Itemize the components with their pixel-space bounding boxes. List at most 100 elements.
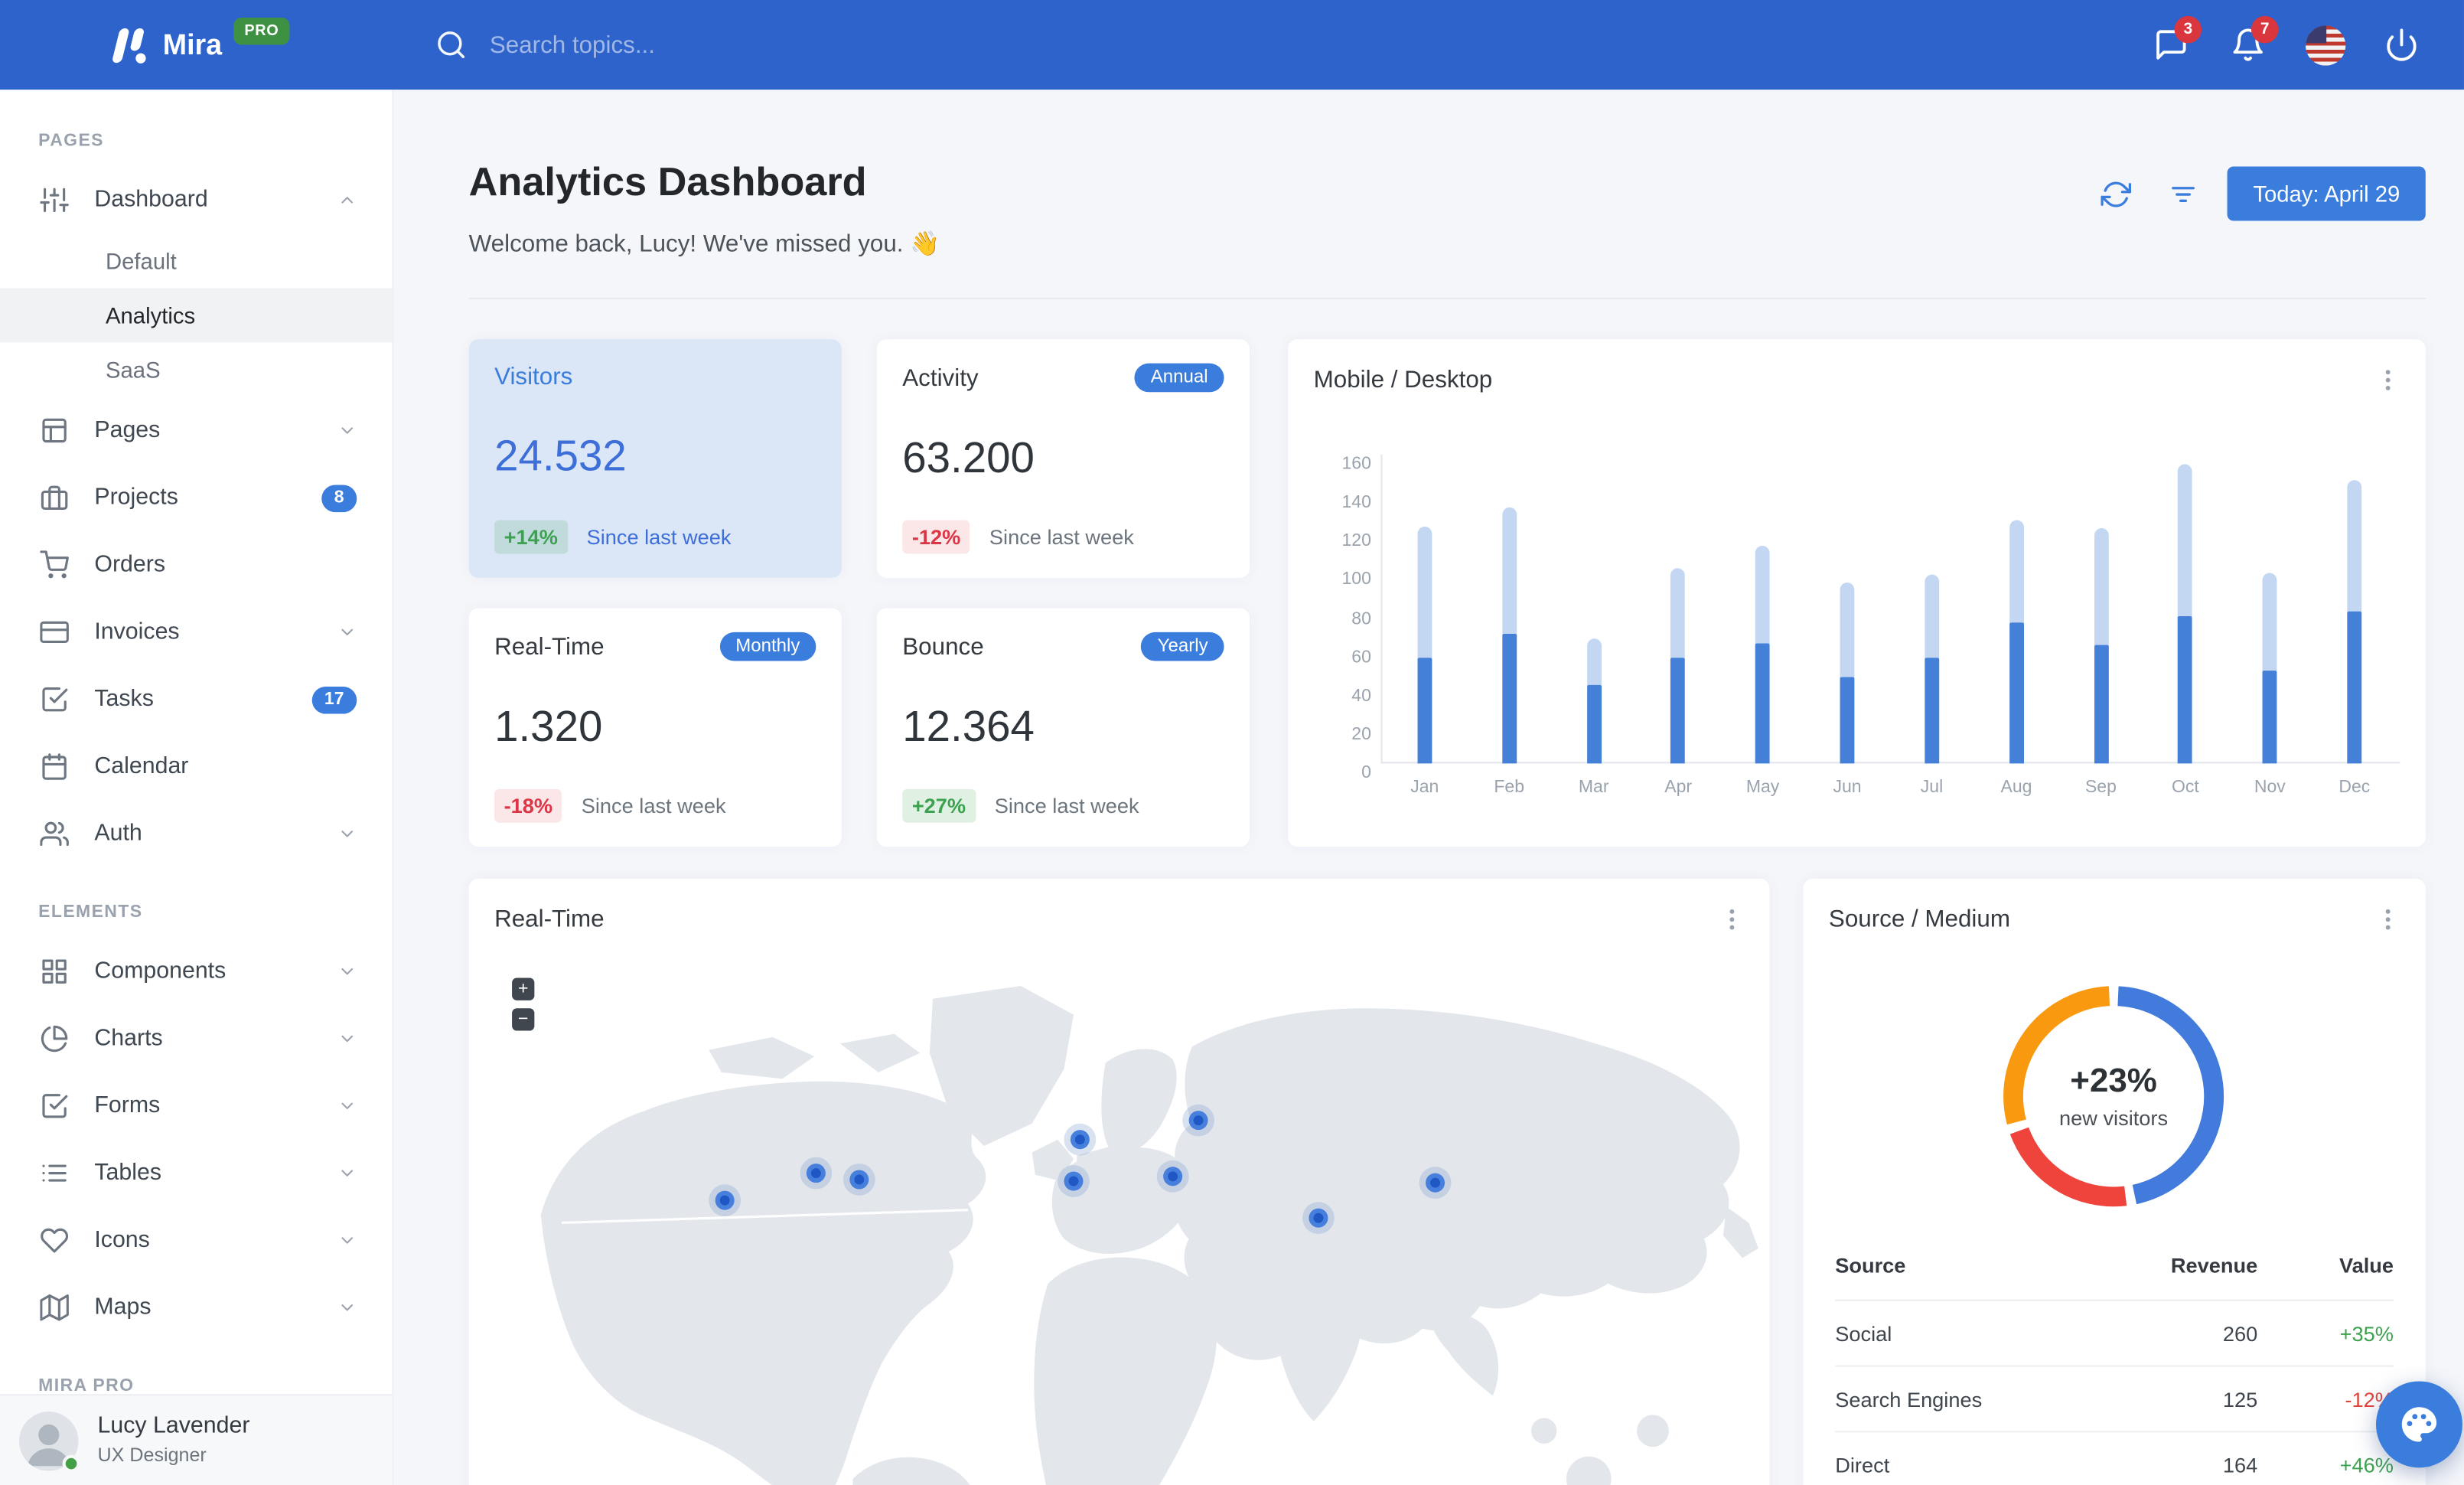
stacked-bar-jul[interactable] (1925, 574, 1939, 764)
map-marker-3[interactable] (849, 1170, 869, 1190)
x-axis-labels: Jan Feb Mar Apr May Jun Jul Aug Sep Oct Nov Dec (1383, 778, 2397, 797)
stat-card-visitors: Visitors 24.532 +14% Since last week (468, 339, 842, 578)
map-marker-6[interactable] (1162, 1167, 1182, 1186)
palette-icon (2401, 1407, 2437, 1442)
table-header-row: Source Revenue Value (1835, 1253, 2394, 1278)
brand[interactable]: Mira PRO (0, 17, 393, 69)
y-tick-label: 60 (1351, 648, 1371, 667)
sliders-icon (40, 188, 69, 213)
list-icon (42, 1164, 67, 1182)
stacked-bar-feb[interactable] (1501, 506, 1517, 764)
chevron-down-icon (341, 1035, 354, 1043)
map-icon (40, 1294, 69, 1321)
sidebar-item-dashboard[interactable]: Dashboard (0, 166, 392, 233)
bar-group-jan (1383, 455, 1467, 764)
stacked-bar-may[interactable] (1755, 545, 1770, 764)
world-map-graphic (540, 985, 1758, 1485)
world-map (469, 951, 1770, 1485)
bar-group-mar (1551, 455, 1635, 764)
source-medium-table: Source Revenue Value Social 260 +35% Sea… (1835, 1244, 2394, 1485)
sidebar-badge: 17 (311, 685, 357, 713)
bar-series (1383, 455, 2397, 764)
kebab-icon (2384, 369, 2390, 390)
bar-group-jun (1805, 455, 1889, 764)
map-marker-4[interactable] (1071, 1129, 1090, 1149)
filter-icon (2171, 186, 2195, 201)
sidebar-item-icons[interactable]: Icons (0, 1207, 392, 1274)
x-tick-label: Jan (1410, 778, 1439, 798)
stacked-bar-oct[interactable] (2178, 464, 2193, 764)
map-zoom-out-button[interactable]: − (512, 1008, 535, 1031)
layout-icon (42, 418, 67, 443)
map-marker-7[interactable] (1188, 1110, 1208, 1130)
map-marker-8[interactable] (1309, 1209, 1328, 1229)
date-range-button[interactable]: Today: April 29 (2227, 166, 2426, 221)
y-tick-label: 120 (1341, 531, 1371, 551)
map-marker-9[interactable] (1426, 1173, 1445, 1193)
theme-settings-button[interactable] (2375, 1381, 2462, 1468)
stat-value: 63.200 (902, 433, 1035, 482)
sidebar-item-tables[interactable]: Tables (0, 1140, 392, 1207)
power-icon[interactable] (2371, 15, 2432, 75)
sidebar-item-maps[interactable]: Maps (0, 1274, 392, 1341)
desktop-segment (2178, 616, 2193, 764)
map-marker-5[interactable] (1064, 1171, 1084, 1191)
stacked-bar-nov[interactable] (2262, 572, 2277, 764)
sidebar-item-invoices[interactable]: Invoices (0, 599, 392, 666)
stacked-bar-aug[interactable] (2009, 520, 2024, 764)
stat-card-bounce: Bounce Yearly 12.364 +27% Since last wee… (876, 608, 1250, 847)
refresh-button[interactable] (2093, 171, 2138, 217)
map-marker-1[interactable] (715, 1190, 735, 1209)
stacked-bar-apr[interactable] (1670, 568, 1686, 764)
sidebar-subitem-default[interactable]: Default (0, 233, 392, 288)
sidebar-item-components[interactable]: Components (0, 938, 392, 1005)
refresh-icon (2100, 181, 2131, 207)
x-tick-label: Apr (1664, 778, 1693, 798)
sidebar-user[interactable]: Lucy Lavender UX Designer (0, 1394, 393, 1485)
stacked-bar-dec[interactable] (2347, 479, 2362, 764)
chart-menu-button[interactable] (2371, 364, 2404, 396)
sidebar-item-tasks[interactable]: Tasks 17 (0, 666, 392, 733)
stacked-bar-jan[interactable] (1417, 526, 1432, 764)
chevron-down-icon (341, 628, 354, 636)
user-avatar (19, 1411, 80, 1472)
map-zoom-in-button[interactable]: + (512, 977, 535, 1000)
header-actions: Today: April 29 (2093, 166, 2426, 221)
sidebar-item-projects[interactable]: Projects 8 (0, 464, 392, 531)
x-tick-label: Feb (1494, 778, 1525, 798)
messages-icon-badge: 3 (2174, 15, 2202, 44)
sidebar-item-orders[interactable]: Orders (0, 531, 392, 599)
stat-value: 24.532 (494, 432, 627, 481)
bar-group-nov (2228, 455, 2312, 764)
stacked-bar-mar[interactable] (1586, 638, 1602, 764)
language-flag-icon[interactable] (2294, 15, 2355, 75)
sidebar-item-forms[interactable]: Forms (0, 1072, 392, 1140)
header-divider (468, 297, 2426, 299)
user-name: Lucy Lavender (97, 1413, 250, 1439)
credit-card-icon (40, 621, 69, 644)
search-input[interactable] (489, 31, 970, 59)
mobile-desktop-chart-card: Mobile / Desktop 160 140 120 100 80 60 40 20 0 J… (1288, 339, 2426, 847)
sidebar-section-label: Elements (38, 902, 143, 922)
map-marker-2[interactable] (806, 1163, 826, 1183)
chart-title: Mobile / Desktop (1313, 365, 1493, 393)
map-menu-button[interactable] (1715, 902, 1747, 935)
table-row: Social 260 +35% (1835, 1299, 2394, 1366)
bar-group-sep (2058, 455, 2143, 764)
brand-pro-badge: PRO (233, 17, 290, 45)
stacked-bar-sep[interactable] (2094, 527, 2108, 764)
check-square-icon (42, 687, 68, 712)
messages-icon[interactable]: 3 (2141, 15, 2202, 75)
notifications-icon[interactable]: 7 (2218, 15, 2279, 75)
source-medium-menu-button[interactable] (2371, 902, 2404, 935)
desktop-segment (1670, 657, 1686, 764)
sidebar-item-calendar[interactable]: Calendar (0, 733, 392, 801)
filter-button[interactable] (2160, 171, 2205, 217)
sidebar-item-auth[interactable]: Auth (0, 800, 392, 867)
sidebar-subitem-saas[interactable]: SaaS (0, 342, 392, 397)
heart-icon (41, 1228, 69, 1253)
sidebar-subitem-analytics[interactable]: Analytics (0, 288, 393, 343)
sidebar-item-pages[interactable]: Pages (0, 397, 392, 465)
sidebar-item-charts[interactable]: Charts (0, 1005, 392, 1072)
stacked-bar-jun[interactable] (1840, 582, 1855, 764)
